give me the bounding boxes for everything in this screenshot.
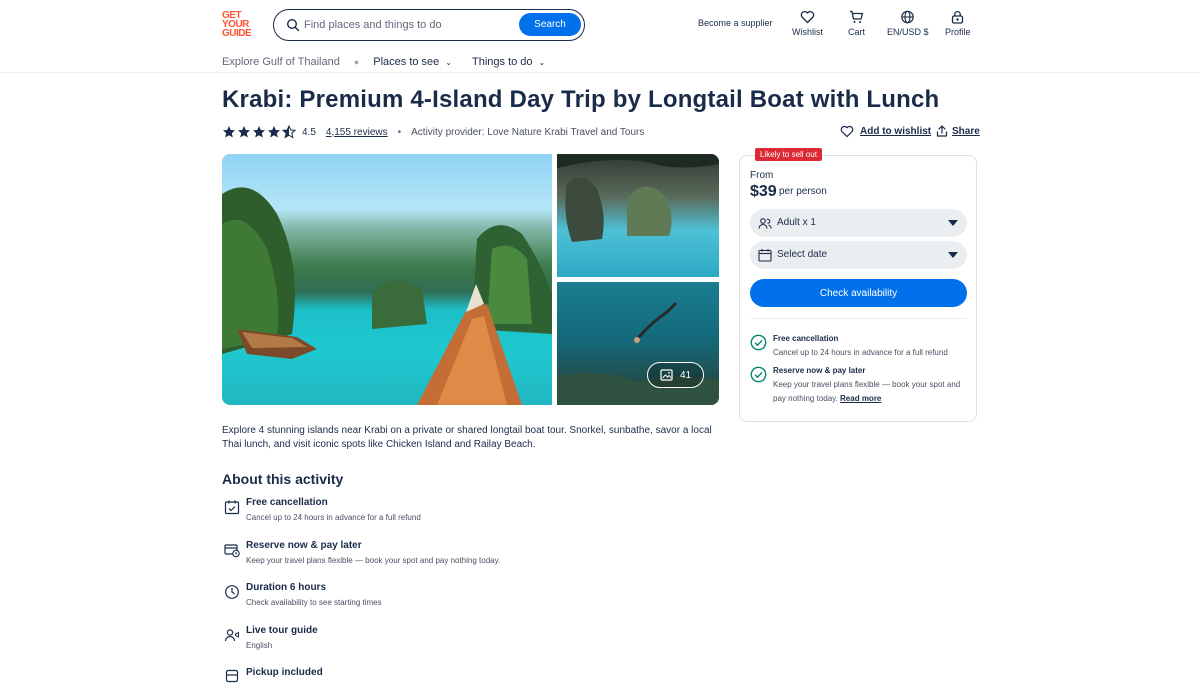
star-icon — [238, 126, 250, 138]
things-to-do-menu[interactable]: Things to do ⌄ — [472, 56, 545, 68]
feature-subtitle: English — [246, 641, 273, 650]
star-icon — [253, 126, 265, 138]
breadcrumb[interactable]: Explore Gulf of Thailand — [222, 56, 340, 68]
breadcrumb-separator: ● — [353, 57, 360, 67]
search-icon — [286, 18, 300, 32]
photo-rock-formation[interactable] — [557, 154, 719, 277]
feature-title: Duration 6 hours — [246, 582, 327, 593]
search-bar: Search — [273, 9, 585, 41]
cart-button[interactable]: Cart — [848, 10, 865, 37]
price-value: $39 — [750, 183, 777, 200]
feature-subtitle: Cancel up to 24 hours in advance for a f… — [246, 513, 421, 522]
feature-title: Pickup included — [246, 667, 323, 678]
card-free-cancellation-title: Free cancellation — [773, 334, 839, 343]
logo-line-3: GUIDE — [222, 28, 252, 39]
view-all-photos-button[interactable]: 41 — [647, 362, 704, 388]
calendar-check-icon — [224, 500, 240, 515]
globe-icon — [901, 10, 915, 24]
card-reserve-title: Reserve now & pay later — [773, 366, 866, 375]
price-per-person: per person — [779, 186, 827, 197]
clock-icon — [225, 585, 239, 599]
main-photo-longtail-boat[interactable] — [222, 154, 552, 405]
heart-icon — [800, 10, 815, 24]
wishlist-button[interactable]: Wishlist — [792, 10, 823, 37]
star-half-icon — [282, 125, 296, 139]
add-to-wishlist-button[interactable]: Add to wishlist — [840, 125, 931, 138]
rock-scene-illustration — [557, 154, 719, 242]
card-free-cancellation-sub: Cancel up to 24 hours in advance for a f… — [773, 348, 948, 357]
page-title: Krabi: Premium 4-Island Day Trip by Long… — [222, 86, 940, 113]
profile-label: Profile — [945, 27, 971, 37]
caret-down-icon — [948, 252, 958, 258]
header-divider — [0, 72, 1200, 73]
about-heading: About this activity — [222, 471, 344, 487]
getyourguide-logo[interactable]: GET YOUR GUIDE — [222, 11, 252, 39]
rating-value: 4.5 — [302, 126, 316, 138]
calendar-icon — [758, 249, 772, 262]
share-icon — [936, 125, 948, 137]
lock-profile-icon — [952, 11, 964, 24]
meta-separator: • — [397, 126, 402, 138]
add-to-wishlist-label: Add to wishlist — [860, 126, 932, 137]
activity-description: Explore 4 stunning islands near Krabi on… — [222, 425, 712, 450]
card-clock-icon — [224, 544, 240, 558]
locale-label: EN/USD $ — [887, 27, 929, 37]
places-to-see-label: Places to see — [373, 56, 440, 68]
search-input[interactable] — [304, 17, 514, 33]
sub-navigation: Explore Gulf of Thailand ● Places to see… — [222, 52, 565, 72]
date-value: Select date — [777, 249, 828, 260]
photo-count: 41 — [679, 369, 692, 381]
profile-button[interactable]: Profile — [945, 10, 971, 37]
participants-select[interactable]: Adult x 1 — [750, 209, 967, 237]
star-icon — [223, 126, 235, 138]
search-button[interactable]: Search — [519, 13, 581, 36]
bus-icon — [225, 669, 239, 683]
likely-to-sell-out-badge: Likely to sell out — [755, 148, 822, 161]
price-from-label: From — [750, 170, 774, 181]
card-divider — [750, 318, 967, 319]
feature-title: Live tour guide — [246, 625, 318, 636]
feature-title: Free cancellation — [246, 497, 328, 508]
places-to-see-menu[interactable]: Places to see ⌄ — [373, 56, 452, 68]
chevron-down-icon: ⌄ — [538, 57, 546, 67]
cart-icon — [850, 10, 864, 23]
chevron-down-icon: ⌄ — [445, 57, 452, 67]
star-icon — [268, 126, 280, 138]
image-icon — [660, 369, 673, 381]
feature-subtitle: Keep your travel plans flexible — book y… — [246, 556, 501, 565]
share-label: Share — [952, 125, 980, 137]
date-select[interactable]: Select date — [750, 241, 967, 269]
things-to-do-label: Things to do — [472, 56, 533, 68]
guide-icon — [224, 629, 239, 642]
check-circle-icon — [750, 334, 767, 351]
boat-scene-illustration — [222, 187, 552, 405]
become-supplier-link[interactable]: Become a supplier — [698, 18, 773, 28]
participants-value: Adult x 1 — [777, 217, 816, 228]
card-reserve-sub: Keep your travel plans flexible — book y… — [773, 378, 968, 406]
check-availability-button[interactable]: Check availability — [750, 279, 967, 307]
caret-down-icon — [948, 220, 958, 226]
locale-button[interactable]: EN/USD $ — [887, 10, 929, 37]
feature-subtitle: Check availability to see starting times — [246, 598, 382, 607]
header: GET YOUR GUIDE Search Become a supplier … — [0, 0, 1200, 48]
people-icon — [758, 218, 772, 229]
heart-icon — [840, 125, 854, 138]
activity-provider[interactable]: Activity provider: Love Nature Krabi Tra… — [411, 127, 644, 138]
star-rating — [222, 125, 296, 139]
feature-title: Reserve now & pay later — [246, 540, 362, 551]
reviews-link[interactable]: 4,155 reviews — [326, 127, 388, 138]
rating-row: 4.5 4,155 reviews • Activity provider: L… — [222, 125, 644, 139]
check-circle-icon — [750, 366, 767, 383]
wishlist-label: Wishlist — [792, 27, 823, 37]
read-more-link[interactable]: Read more — [840, 394, 881, 403]
cart-label: Cart — [848, 27, 866, 37]
share-button[interactable]: Share — [936, 125, 980, 137]
